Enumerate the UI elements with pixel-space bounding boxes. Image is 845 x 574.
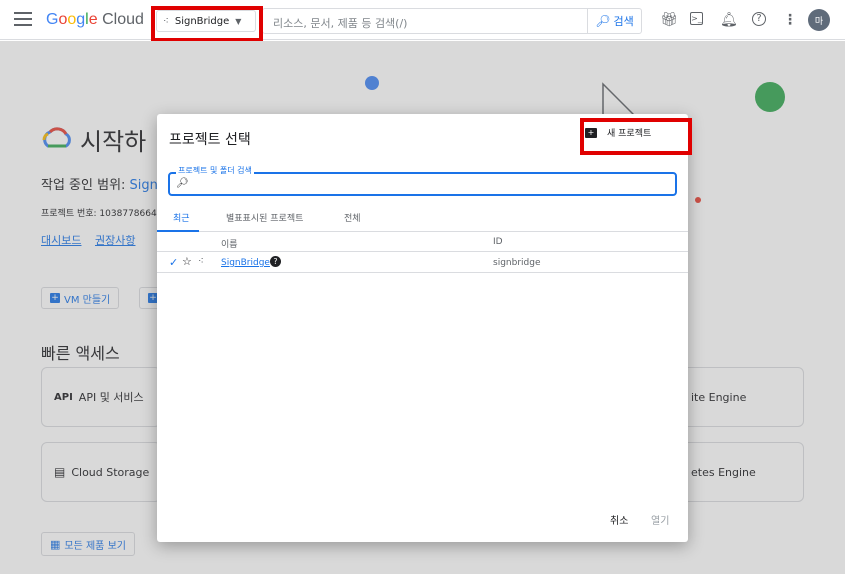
search-button[interactable]: 🔎︎ 검색 bbox=[587, 9, 641, 33]
search-icon: 🔎︎ bbox=[176, 178, 189, 189]
avatar[interactable]: 마 bbox=[808, 9, 830, 31]
project-icon: ⁖ bbox=[198, 256, 204, 267]
dialog-title: 프로젝트 선택 bbox=[169, 132, 251, 148]
search-icon: 🔎︎ bbox=[595, 14, 611, 28]
search-bar[interactable]: 리소스, 문서, 제품 등 검색(/) 🔎︎ 검색 bbox=[262, 8, 642, 34]
tab-recent[interactable]: 최근 bbox=[173, 211, 190, 224]
tab-starred[interactable]: 별표표시된 프로젝트 bbox=[226, 211, 303, 224]
project-picker-dialog: 프로젝트 선택 + 새 프로젝트 프로젝트 및 폴더 검색 🔎︎ 최근 별표표시… bbox=[157, 114, 688, 542]
table-header: 이름 ID bbox=[157, 232, 688, 252]
column-header-name: 이름 bbox=[221, 240, 238, 250]
project-name-link[interactable]: SignBridge bbox=[221, 258, 270, 268]
open-button[interactable]: 열기 bbox=[651, 512, 669, 527]
search-input[interactable]: 리소스, 문서, 제품 등 검색(/) bbox=[263, 9, 587, 33]
tab-bar: 최근 별표표시된 프로젝트 전체 bbox=[157, 208, 688, 232]
cancel-button[interactable]: 취소 bbox=[610, 512, 628, 527]
search-button-label: 검색 bbox=[613, 15, 634, 28]
menu-icon[interactable] bbox=[14, 12, 32, 26]
help-icon[interactable]: ? bbox=[752, 12, 766, 26]
highlight-project-selector bbox=[151, 6, 263, 42]
project-id: signbridge bbox=[493, 258, 541, 268]
cloud-shell-icon[interactable]: >_ bbox=[690, 12, 703, 25]
tab-all[interactable]: 전체 bbox=[344, 211, 361, 224]
gift-icon[interactable]: 🎁︎ bbox=[660, 12, 678, 28]
google-cloud-logo[interactable]: Google Cloud bbox=[46, 11, 144, 29]
notifications-icon[interactable]: 🔔︎ bbox=[720, 12, 738, 28]
help-icon[interactable]: ? bbox=[270, 256, 281, 267]
star-icon[interactable]: ☆ bbox=[182, 255, 192, 268]
highlight-new-project bbox=[580, 118, 692, 155]
top-bar: Google Cloud ⁖ SignBridge ▼ 리소스, 문서, 제품 … bbox=[0, 0, 845, 40]
check-icon: ✓ bbox=[169, 256, 179, 269]
table-row[interactable]: ✓ ☆ ⁖ SignBridge ? signbridge bbox=[157, 253, 688, 273]
more-vert-icon[interactable]: ⋮ bbox=[782, 12, 798, 28]
search-field-label: 프로젝트 및 폴더 검색 bbox=[176, 165, 254, 176]
column-header-id: ID bbox=[493, 237, 503, 247]
project-search-input[interactable]: 프로젝트 및 폴더 검색 🔎︎ bbox=[168, 165, 677, 196]
